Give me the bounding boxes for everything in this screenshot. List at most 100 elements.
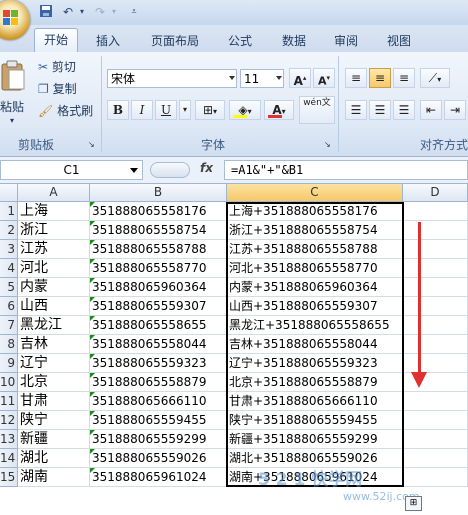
cell-empty[interactable] — [403, 259, 468, 278]
cell-number[interactable]: 351888065559455 — [90, 411, 227, 430]
cell-number[interactable]: 351888065559299 — [90, 430, 227, 449]
fill-color-button[interactable]: ◈▾ — [229, 100, 261, 120]
cell-province[interactable]: 湖南 — [18, 468, 90, 487]
row-header[interactable]: 14 — [0, 449, 18, 468]
cell-number[interactable]: 351888065558879 — [90, 373, 227, 392]
cell-number[interactable]: 351888065558788 — [90, 240, 227, 259]
cell-empty[interactable] — [403, 335, 468, 354]
copy-button[interactable]: ❐ 复制 — [38, 80, 77, 98]
tab-formulas[interactable]: 公式 — [224, 31, 256, 51]
column-header-b[interactable]: B — [90, 184, 227, 202]
cell-concat-result[interactable]: 黑龙江+351888065558655 — [227, 316, 403, 335]
cell-province[interactable]: 吉林 — [18, 335, 90, 354]
decrease-indent-button[interactable]: ⇤ — [420, 100, 442, 120]
cell-empty[interactable] — [403, 430, 468, 449]
shrink-font-button[interactable]: A▾ — [313, 68, 335, 88]
cell-concat-result[interactable]: 上海+351888065558176 — [227, 202, 403, 221]
cell-province[interactable]: 陕宁 — [18, 411, 90, 430]
dialog-launcher-icon[interactable]: ↘ — [324, 136, 331, 154]
font-size-combo[interactable]: 11 — [240, 69, 284, 88]
name-box[interactable]: C1 — [0, 160, 143, 180]
cell-province[interactable]: 河北 — [18, 259, 90, 278]
cell-concat-result[interactable]: 江苏+351888065558788 — [227, 240, 403, 259]
cell-number[interactable]: 351888065559026 — [90, 449, 227, 468]
cell-concat-result[interactable]: 吉林+351888065558044 — [227, 335, 403, 354]
paste-button[interactable]: 粘贴 ▾ — [0, 58, 30, 130]
tab-home[interactable]: 开始 — [34, 28, 79, 53]
align-middle-button[interactable]: ≡ — [369, 68, 391, 88]
cell-province[interactable]: 内蒙 — [18, 278, 90, 297]
row-header[interactable]: 2 — [0, 221, 18, 240]
row-header[interactable]: 8 — [0, 335, 18, 354]
cell-number[interactable]: 351888065558655 — [90, 316, 227, 335]
cell-concat-result[interactable]: 北京+351888065558879 — [227, 373, 403, 392]
tab-view[interactable]: 视图 — [383, 31, 415, 51]
customize-icon[interactable]: ⩡ — [126, 4, 142, 20]
cell-concat-result[interactable]: 新疆+351888065559299 — [227, 430, 403, 449]
cell-province[interactable]: 湖北 — [18, 449, 90, 468]
cell-empty[interactable] — [403, 354, 468, 373]
cell-province[interactable]: 新疆 — [18, 430, 90, 449]
formula-splitter[interactable] — [150, 162, 190, 178]
cell-province[interactable]: 辽宁 — [18, 354, 90, 373]
cell-concat-result[interactable]: 浙江+351888065558754 — [227, 221, 403, 240]
formula-input[interactable]: =A1&"+"&B1 — [224, 160, 468, 180]
cell-empty[interactable] — [403, 221, 468, 240]
cell-province[interactable]: 黑龙江 — [18, 316, 90, 335]
bold-button[interactable]: B — [107, 100, 129, 120]
cell-province[interactable]: 浙江 — [18, 221, 90, 240]
tab-data[interactable]: 数据 — [278, 31, 310, 51]
cell-province[interactable]: 江苏 — [18, 240, 90, 259]
grow-font-button[interactable]: A▴ — [289, 68, 311, 88]
cell-number[interactable]: 351888065961024 — [90, 468, 227, 487]
borders-button[interactable]: ⊞▾ — [195, 100, 225, 120]
chevron-down-icon[interactable]: ▾ — [106, 4, 122, 20]
cell-empty[interactable] — [403, 297, 468, 316]
increase-indent-button[interactable]: ⇥ — [444, 100, 466, 120]
cell-concat-result[interactable]: 内蒙+351888065960364 — [227, 278, 403, 297]
row-header[interactable]: 3 — [0, 240, 18, 259]
tab-review[interactable]: 审阅 — [330, 31, 362, 51]
cell-empty[interactable] — [403, 449, 468, 468]
row-header[interactable]: 6 — [0, 297, 18, 316]
cell-province[interactable]: 山西 — [18, 297, 90, 316]
row-header[interactable]: 11 — [0, 392, 18, 411]
row-header[interactable]: 13 — [0, 430, 18, 449]
column-header-d[interactable]: D — [403, 184, 468, 202]
cell-number[interactable]: 351888065559323 — [90, 354, 227, 373]
cell-number[interactable]: 351888065558754 — [90, 221, 227, 240]
align-left-button[interactable]: ☰ — [345, 100, 367, 120]
chevron-down-icon[interactable]: ▾ — [74, 4, 90, 20]
cell-empty[interactable] — [403, 202, 468, 221]
row-header[interactable]: 15 — [0, 468, 18, 487]
align-center-button[interactable]: ☰ — [369, 100, 391, 120]
align-right-button[interactable]: ☰ — [393, 100, 415, 120]
cell-province[interactable]: 上海 — [18, 202, 90, 221]
cell-concat-result[interactable]: 河北+351888065558770 — [227, 259, 403, 278]
row-header[interactable]: 9 — [0, 354, 18, 373]
cell-number[interactable]: 351888065558770 — [90, 259, 227, 278]
save-icon[interactable] — [38, 4, 54, 20]
orientation-button[interactable]: ⟋▾ — [420, 68, 450, 88]
phonetic-button[interactable]: wén文 — [299, 96, 335, 124]
align-bottom-button[interactable]: ≡ — [393, 68, 415, 88]
cell-concat-result[interactable]: 甘肃+351888065666110 — [227, 392, 403, 411]
cell-empty[interactable] — [403, 278, 468, 297]
underline-button[interactable]: U — [155, 100, 177, 120]
cell-empty[interactable] — [403, 411, 468, 430]
cell-empty[interactable] — [403, 392, 468, 411]
select-all-corner[interactable] — [0, 184, 18, 202]
column-header-c[interactable]: C — [227, 184, 403, 202]
cell-number[interactable]: 351888065559307 — [90, 297, 227, 316]
cut-button[interactable]: ✂ 剪切 — [38, 58, 76, 76]
cell-province[interactable]: 甘肃 — [18, 392, 90, 411]
tab-page-layout[interactable]: 页面布局 — [147, 31, 203, 51]
cell-number[interactable]: 351888065666110 — [90, 392, 227, 411]
row-header[interactable]: 5 — [0, 278, 18, 297]
row-header[interactable]: 4 — [0, 259, 18, 278]
insert-function-button[interactable]: fx — [200, 161, 213, 175]
row-header[interactable]: 12 — [0, 411, 18, 430]
format-painter-button[interactable]: 🖌 格式刷 — [38, 102, 93, 120]
cell-number[interactable]: 351888065558044 — [90, 335, 227, 354]
row-header[interactable]: 10 — [0, 373, 18, 392]
